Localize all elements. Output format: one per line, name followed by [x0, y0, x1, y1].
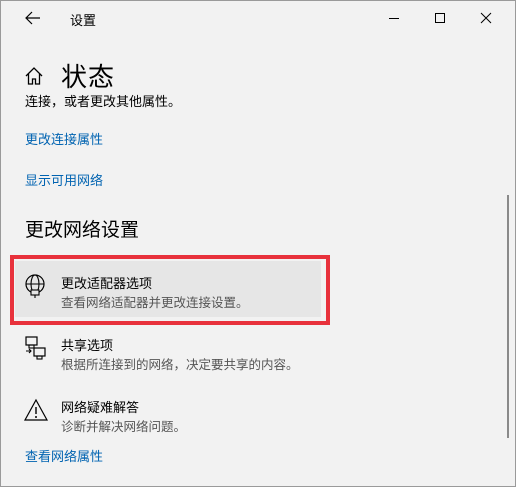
view-network-properties-link[interactable]: 查看网络属性: [25, 446, 103, 465]
network-troubleshooter-item[interactable]: 网络疑难解答 诊断并解决网络问题。: [15, 385, 321, 441]
warning-icon: [23, 398, 49, 421]
maximize-button[interactable]: [417, 1, 463, 35]
page-header: 状态: [1, 35, 515, 95]
back-arrow-icon: [25, 11, 40, 25]
minimize-button[interactable]: [371, 1, 417, 35]
partial-description-text: 连接，或者更改其他属性。: [25, 95, 182, 110]
maximize-icon: [435, 13, 445, 23]
page-title: 状态: [61, 63, 116, 93]
home-icon[interactable]: [23, 65, 45, 87]
scrollbar[interactable]: [507, 195, 509, 438]
highlight-frame: [10, 255, 330, 325]
section-title: 更改网络设置: [25, 219, 140, 241]
item-title: 网络疑难解答: [61, 401, 140, 416]
sharing-icon: [25, 336, 46, 360]
item-description: 诊断并解决网络问题。: [61, 419, 187, 434]
window-title: 设置: [70, 14, 97, 29]
item-title: 共享选项: [61, 339, 114, 354]
sharing-options-item[interactable]: 共享选项 根据所连接到的网络，决定要共享的内容。: [15, 323, 321, 379]
back-button[interactable]: [15, 5, 51, 31]
show-available-networks-link[interactable]: 显示可用网络: [25, 170, 103, 189]
change-connection-properties-link[interactable]: 更改连接属性: [25, 129, 103, 148]
title-bar: 设置: [1, 1, 515, 35]
item-description: 根据所连接到的网络，决定要共享的内容。: [61, 357, 299, 372]
close-icon: [480, 12, 492, 24]
settings-window: 设置 状态 连接，或者更改其他属性。 更改连接属性 显示可用网络 更改网络设置: [0, 0, 516, 487]
content-area: 连接，或者更改其他属性。 更改连接属性 显示可用网络 更改网络设置 更改适配器选…: [1, 95, 515, 486]
minimize-icon: [389, 18, 399, 19]
close-button[interactable]: [463, 1, 509, 35]
